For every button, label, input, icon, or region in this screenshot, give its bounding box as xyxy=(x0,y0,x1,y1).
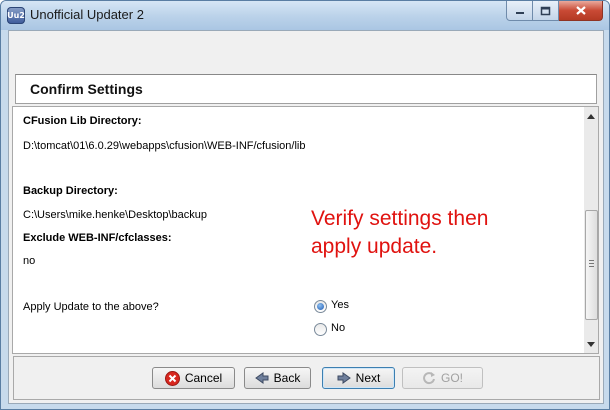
thumb-grip-line xyxy=(589,263,594,264)
next-button[interactable]: Next xyxy=(322,367,395,389)
next-button-label: Next xyxy=(355,371,381,385)
step-header: Confirm Settings xyxy=(15,74,597,104)
exclude-label: Exclude WEB-INF/cfclasses: xyxy=(23,232,172,244)
no-radio[interactable] xyxy=(314,323,327,336)
title-bar[interactable]: Uu2 Unofficial Updater 2 xyxy=(1,1,609,30)
go-button[interactable]: GO! xyxy=(402,367,483,389)
go-button-label: GO! xyxy=(440,371,463,385)
cancel-icon xyxy=(164,370,180,386)
window-controls xyxy=(506,1,603,21)
exclude-value: no xyxy=(23,255,36,267)
back-button[interactable]: Back xyxy=(244,367,311,389)
app-icon: Uu2 xyxy=(7,7,25,24)
button-bar: Cancel Back Next GO! xyxy=(13,356,600,400)
annotation-line-2: apply update. xyxy=(311,235,438,258)
backup-dir-label: Backup Directory: xyxy=(23,185,118,197)
yes-radio-label[interactable]: Yes xyxy=(331,299,349,311)
chevron-down-icon xyxy=(587,341,595,347)
cancel-button-label: Cancel xyxy=(184,371,223,385)
close-button[interactable] xyxy=(559,1,603,21)
thumb-grip-line xyxy=(589,266,594,267)
lib-dir-value: D:\tomcat\01\6.0.29\webapps\cfusion\WEB-… xyxy=(23,140,306,152)
go-refresh-icon xyxy=(423,372,435,385)
minimize-icon xyxy=(515,11,524,14)
annotation-note: Verify settings then apply update. xyxy=(311,205,488,261)
vertical-scrollbar[interactable] xyxy=(584,106,599,354)
yes-radio[interactable] xyxy=(314,300,327,313)
close-icon xyxy=(575,6,586,15)
back-arrow-icon xyxy=(254,372,269,384)
step-title: Confirm Settings xyxy=(30,81,143,97)
back-button-label: Back xyxy=(273,371,301,385)
settings-panel: CFusion Lib Directory: D:\tomcat\01\6.0.… xyxy=(12,106,585,354)
scroll-thumb[interactable] xyxy=(585,210,598,320)
minimize-button[interactable] xyxy=(506,1,533,21)
annotation-line-1: Verify settings then xyxy=(311,207,489,230)
maximize-button[interactable] xyxy=(533,1,559,21)
wizard-body: Confirm Settings CFusion Lib Directory: … xyxy=(8,30,604,404)
lib-dir-label: CFusion Lib Directory: xyxy=(23,115,142,127)
thumb-grip-line xyxy=(589,260,594,261)
next-arrow-icon xyxy=(337,372,351,384)
backup-dir-value: C:\Users\mike.henke\Desktop\backup xyxy=(23,209,208,221)
app-window: Uu2 Unofficial Updater 2 Confirm Setting… xyxy=(0,0,610,410)
maximize-icon xyxy=(540,6,551,15)
chevron-up-icon xyxy=(587,113,595,119)
scroll-up-arrow[interactable] xyxy=(586,110,596,122)
cancel-button[interactable]: Cancel xyxy=(152,367,235,389)
window-title: Unofficial Updater 2 xyxy=(30,7,144,22)
scroll-down-arrow[interactable] xyxy=(586,338,596,350)
apply-question: Apply Update to the above? xyxy=(23,301,159,313)
no-radio-label[interactable]: No xyxy=(331,322,345,334)
